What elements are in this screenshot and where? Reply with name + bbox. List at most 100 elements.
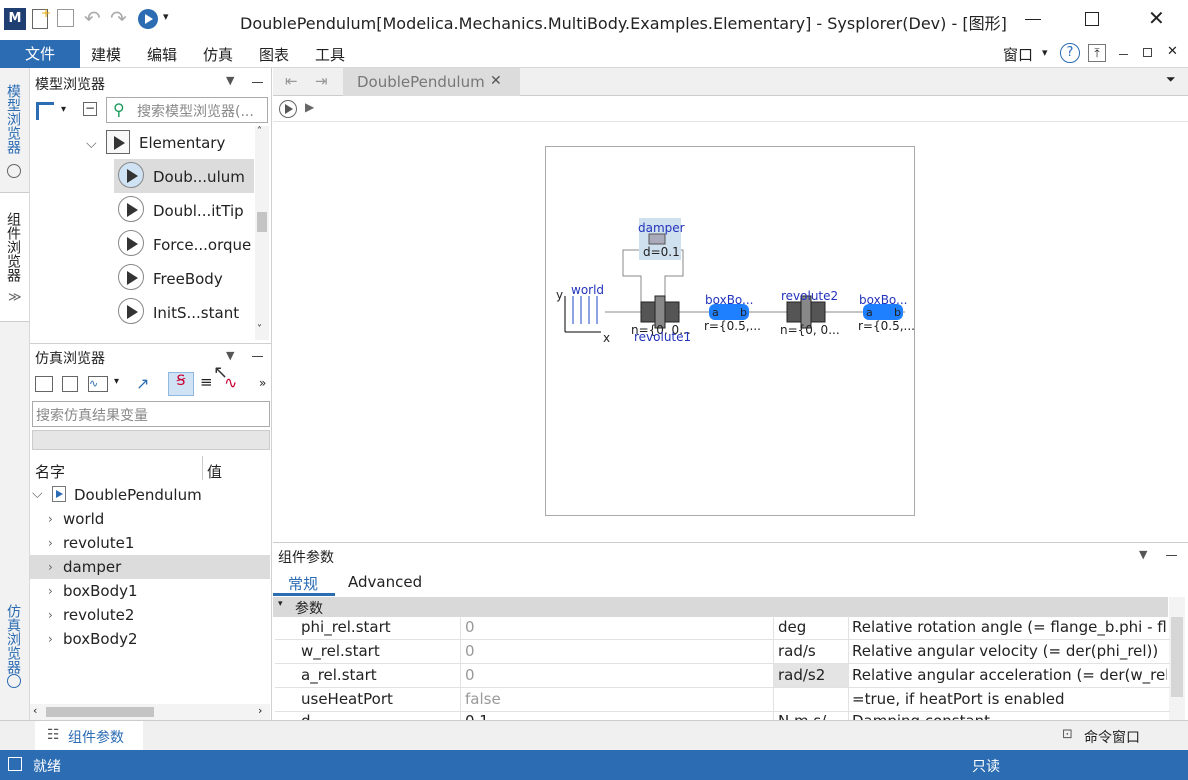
sim-tree-root[interactable]: DoublePendulum — [74, 486, 202, 504]
status-checkbox-icon[interactable] — [8, 757, 22, 771]
panel-close-icon[interactable] — [1166, 555, 1177, 556]
window-dropdown-icon[interactable]: ▾ — [1042, 46, 1048, 59]
param-scrollbar[interactable] — [1169, 597, 1185, 721]
expand-icon[interactable]: › — [48, 632, 53, 646]
param-value[interactable]: false — [465, 690, 501, 708]
panel-menu-icon[interactable]: ▼ — [226, 74, 234, 87]
tab-component-browser[interactable]: 组件浏览器 — [3, 212, 23, 282]
pin-ribbon-icon[interactable]: ⤒ — [1088, 44, 1106, 62]
param-unit[interactable]: rad/s2 — [778, 666, 825, 684]
sim-tree-item[interactable]: damper — [63, 558, 121, 576]
ribbon-restore-icon[interactable] — [1143, 48, 1152, 57]
param-value[interactable]: 0 — [465, 666, 475, 684]
sim-tree-item[interactable]: boxBody2 — [63, 630, 138, 648]
expand-icon[interactable]: › — [48, 584, 53, 598]
tree-view-icon[interactable] — [36, 102, 54, 120]
menu-simulate[interactable]: 仿真 — [203, 44, 233, 65]
nav-back-icon[interactable]: ⇤ — [285, 72, 298, 90]
nav-forward-icon[interactable]: ⇥ — [315, 72, 328, 90]
menu-window[interactable]: 窗口 — [1003, 44, 1033, 65]
quick-access-dropdown-icon[interactable]: ▾ — [163, 10, 169, 23]
tab-sim-browser[interactable]: 仿真浏览器 — [3, 604, 23, 674]
param-row[interactable]: phi_rel.start 0 deg Relative rotation an… — [275, 616, 1170, 640]
column-header-value[interactable]: 值 — [207, 461, 222, 482]
param-row[interactable]: w_rel.start 0 rad/s Relative angular vel… — [275, 640, 1170, 664]
sim-tree-item[interactable]: world — [63, 510, 104, 528]
sim-tree-item[interactable]: revolute2 — [63, 606, 134, 624]
tab-doublependulum[interactable]: DoublePendulum ✕ — [343, 68, 520, 96]
model-search-box[interactable]: ⚲ 搜索模型浏览器(... — [106, 97, 268, 123]
sim-search-input[interactable]: 搜索仿真结果变量 — [36, 405, 148, 425]
param-row-clipped[interactable]: d 0.1 N.m.s/... Damping constant — [275, 712, 1170, 720]
sim-filter-bar[interactable] — [32, 430, 270, 450]
view-dropdown-icon[interactable]: ▾ — [61, 104, 66, 115]
run-icon[interactable] — [279, 100, 297, 118]
tabs-dropdown-icon[interactable]: ⏷ — [1166, 72, 1176, 87]
tree-item-model[interactable]: FreeBody — [153, 270, 223, 288]
curve-icon[interactable]: ↗ — [136, 374, 149, 393]
scroll-right-icon[interactable]: › — [258, 704, 262, 717]
save-result-icon[interactable] — [62, 376, 78, 392]
param-value[interactable]: 0 — [465, 642, 475, 660]
menu-chart[interactable]: 图表 — [259, 44, 289, 65]
collapse-all-icon[interactable]: − — [83, 102, 97, 116]
variable-list-icon[interactable]: ≡ — [200, 373, 213, 391]
tab-advanced[interactable]: Advanced — [348, 573, 422, 591]
close-icon[interactable]: ✕ — [1148, 6, 1165, 30]
panel-close-icon[interactable] — [252, 82, 263, 83]
expand-icon[interactable]: › — [48, 536, 53, 550]
sim-search-box[interactable]: 搜索仿真结果变量 — [32, 401, 270, 427]
expand-elementary-icon[interactable]: ⌵ — [86, 136, 97, 152]
sim-tree-item[interactable]: revolute1 — [63, 534, 134, 552]
param-unit[interactable]: deg — [778, 618, 806, 636]
open-result-icon[interactable] — [35, 376, 53, 392]
expand-icon[interactable]: › — [48, 560, 53, 574]
bottom-tab-params[interactable]: ☷ 组件参数 — [35, 721, 143, 751]
tree-item-elementary[interactable]: Elementary — [139, 134, 225, 152]
help-icon[interactable]: ? — [1060, 43, 1080, 63]
save-icon[interactable] — [57, 9, 74, 27]
scroll-down-icon[interactable]: ˅ — [257, 324, 262, 335]
diagram-canvas[interactable]: damper d=0.1 world y x n={0, 0... revolu… — [273, 122, 1188, 542]
plot-icon[interactable]: ∿ — [88, 376, 108, 392]
undo-icon[interactable]: ↶ — [84, 6, 101, 30]
more-icon[interactable]: » — [259, 376, 266, 390]
param-value[interactable]: 0 — [465, 618, 475, 636]
menu-modeling[interactable]: 建模 — [91, 44, 121, 65]
scroll-left-icon[interactable]: ‹ — [33, 704, 37, 717]
sim-tree-item[interactable]: boxBody1 — [63, 582, 138, 600]
param-unit[interactable]: N.m.s/... — [778, 712, 841, 720]
tab-close-icon[interactable]: ✕ — [490, 73, 502, 89]
menu-edit[interactable]: 编辑 — [147, 44, 177, 65]
tab-model-browser[interactable]: 模型浏览器 — [3, 84, 23, 154]
panel-close-icon[interactable] — [252, 356, 263, 357]
param-row[interactable]: a_rel.start 0 rad/s2 Relative angular ac… — [275, 664, 1170, 688]
tree-item-model[interactable]: Doub...ulum — [153, 168, 245, 186]
ribbon-minimize-icon[interactable] — [1119, 54, 1128, 55]
collapse-root-icon[interactable]: ⌵ — [32, 486, 43, 502]
tree-item-model[interactable]: Force...orque — [153, 236, 251, 254]
sim-hscrollbar[interactable]: ‹ › — [30, 704, 270, 720]
menu-tools[interactable]: 工具 — [315, 44, 345, 65]
filter-curve-icon[interactable]: Ꞩ — [168, 372, 194, 396]
tree-item-model[interactable]: InitS...stant — [153, 304, 239, 322]
model-tree-scrollbar[interactable]: ˄ ˅ — [255, 126, 269, 340]
tree-item-model[interactable]: Doubl...itTip — [153, 202, 244, 220]
maximize-icon[interactable] — [1085, 12, 1099, 26]
expand-icon[interactable]: › — [48, 608, 53, 622]
param-unit[interactable]: rad/s — [778, 642, 816, 660]
model-search-input[interactable]: 搜索模型浏览器(... — [137, 101, 254, 121]
new-file-icon[interactable]: + — [32, 6, 51, 29]
minimize-icon[interactable] — [1025, 19, 1041, 20]
group-collapse-icon[interactable]: ▾ — [278, 599, 283, 609]
panel-menu-icon[interactable]: ▼ — [1139, 548, 1147, 561]
menu-file[interactable]: 文件 — [0, 40, 80, 68]
panel-menu-icon[interactable]: ▼ — [226, 349, 234, 362]
expand-icon[interactable]: › — [48, 512, 53, 526]
param-row[interactable]: useHeatPort false =true, if heatPort is … — [275, 688, 1170, 712]
bottom-tab-cmd[interactable]: 命令窗口 — [1084, 727, 1140, 747]
scroll-up-icon[interactable]: ˄ — [257, 126, 262, 137]
simulate-icon[interactable] — [138, 9, 158, 29]
ribbon-close-icon[interactable]: ✕ — [1167, 44, 1178, 59]
tab-general[interactable]: 常规 — [288, 573, 318, 594]
